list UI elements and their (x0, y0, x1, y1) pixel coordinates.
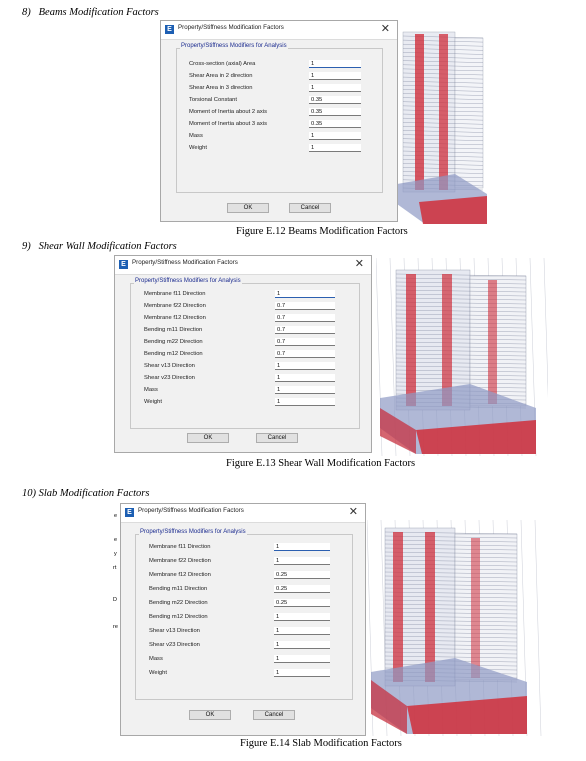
modifier-value-input[interactable]: 0.25 (274, 571, 330, 579)
close-icon[interactable]: ✕ (349, 505, 358, 518)
modifier-value-input[interactable]: 0.25 (274, 599, 330, 607)
modifier-value-input[interactable]: 1 (309, 72, 361, 80)
close-icon[interactable]: ✕ (355, 257, 364, 270)
section-heading-slab: 10) Slab Modification Factors (22, 488, 150, 499)
ok-button[interactable]: OK (189, 710, 231, 720)
modifier-label: Shear Area in 3 direction (189, 85, 253, 91)
modifier-value-input[interactable]: 1 (309, 60, 361, 68)
modifier-label: Bending m11 Direction (149, 586, 208, 592)
modifier-value-input[interactable]: 0.7 (275, 302, 335, 310)
modifier-label: Membrane f22 Direction (149, 558, 211, 564)
modification-factors-dialog-shear-wall: E Property/Stiffness Modification Factor… (114, 255, 372, 453)
side-letter: rt (113, 565, 117, 571)
building-model-image-beams (395, 24, 495, 225)
modifier-label: Cross-section (axial) Area (189, 61, 256, 67)
modifier-label: Bending m22 Direction (149, 600, 208, 606)
group-title: Property/Stiffness Modifiers for Analysi… (139, 529, 247, 535)
figure-caption-beams: Figure E.12 Beams Modification Factors (236, 226, 408, 237)
modifier-value-input[interactable]: 0.7 (275, 350, 335, 358)
cancel-button[interactable]: Cancel (253, 710, 295, 720)
modifier-value-input[interactable]: 1 (275, 386, 335, 394)
modifier-value-input[interactable]: 0.25 (274, 585, 330, 593)
modifier-label: Moment of Inertia about 3 axis (189, 121, 267, 127)
figure-caption-slab: Figure E.14 Slab Modification Factors (240, 738, 402, 749)
modifier-value-input[interactable]: 0.7 (275, 338, 335, 346)
app-logo-icon: E (165, 25, 174, 34)
modification-factors-dialog-beams: E Property/Stiffness Modification Factor… (160, 20, 398, 222)
modifier-value-input[interactable]: 1 (274, 641, 330, 649)
ok-button[interactable]: OK (227, 203, 269, 213)
modifier-label: Mass (189, 133, 203, 139)
cancel-button[interactable]: Cancel (289, 203, 331, 213)
modifier-label: Mass (144, 387, 158, 393)
modifier-label: Membrane f11 Direction (149, 544, 211, 550)
side-letter: e (114, 513, 118, 519)
modifier-label: Shear v13 Direction (144, 363, 195, 369)
ok-button[interactable]: OK (187, 433, 229, 443)
app-logo-icon: E (119, 260, 128, 269)
modifier-label: Bending m12 Direction (149, 614, 208, 620)
modifier-label: Membrane f22 Direction (144, 303, 206, 309)
building-model-image-shear-wall (376, 258, 548, 456)
dialog-title: Property/Stiffness Modification Factors (138, 507, 244, 514)
modifier-label: Moment of Inertia about 2 axis (189, 109, 267, 115)
modifier-value-input[interactable]: 0.35 (309, 96, 361, 104)
side-letter: D (113, 597, 117, 603)
group-title: Property/Stiffness Modifiers for Analysi… (180, 43, 288, 49)
modification-factors-dialog-slab: E Property/Stiffness Modification Factor… (120, 503, 366, 736)
modifier-value-input[interactable]: 1 (309, 144, 361, 152)
side-letter: e (114, 537, 118, 543)
close-icon[interactable]: ✕ (381, 22, 390, 35)
section-heading-shear-wall: 9) Shear Wall Modification Factors (22, 241, 177, 252)
building-model-graphic (367, 520, 547, 736)
modifier-value-input[interactable]: 1 (309, 132, 361, 140)
modifier-value-input[interactable]: 0.7 (275, 326, 335, 334)
app-logo-icon: E (125, 508, 134, 517)
modifier-label: Membrane f12 Direction (144, 315, 206, 321)
cancel-button[interactable]: Cancel (256, 433, 298, 443)
modifier-value-input[interactable]: 0.35 (309, 120, 361, 128)
modifier-label: Mass (149, 656, 163, 662)
dialog-titlebar: E Property/Stiffness Modification Factor… (121, 504, 365, 523)
side-letter: y (114, 551, 117, 557)
side-letter: re (113, 624, 118, 630)
dialog-titlebar: E Property/Stiffness Modification Factor… (115, 256, 371, 275)
modifier-label: Membrane f12 Direction (149, 572, 211, 578)
modifier-label: Shear Area in 2 direction (189, 73, 253, 79)
building-model-graphic (376, 258, 548, 456)
dialog-titlebar: E Property/Stiffness Modification Factor… (161, 21, 397, 40)
group-title: Property/Stiffness Modifiers for Analysi… (134, 278, 242, 284)
modifier-label: Weight (189, 145, 207, 151)
modifier-value-input[interactable]: 1 (275, 290, 335, 298)
modifier-label: Shear v23 Direction (144, 375, 195, 381)
modifier-value-input[interactable]: 1 (274, 557, 330, 565)
modifier-value-input[interactable]: 0.35 (309, 108, 361, 116)
modifier-label: Bending m11 Direction (144, 327, 203, 333)
modifier-label: Torsional Constant (189, 97, 238, 103)
section-heading-beams: 8) Beams Modification Factors (22, 7, 159, 18)
modifier-value-input[interactable]: 1 (274, 669, 330, 677)
building-model-graphic (395, 24, 495, 225)
dialog-title: Property/Stiffness Modification Factors (178, 24, 284, 31)
modifier-label: Shear v23 Direction (149, 642, 200, 648)
modifier-label: Weight (144, 399, 162, 405)
modifier-value-input[interactable]: 1 (309, 84, 361, 92)
modifier-value-input[interactable]: 1 (274, 627, 330, 635)
modifier-value-input[interactable]: 1 (275, 362, 335, 370)
modifier-label: Membrane f11 Direction (144, 291, 206, 297)
modifier-label: Bending m12 Direction (144, 351, 203, 357)
modifier-value-input[interactable]: 0.7 (275, 314, 335, 322)
modifier-value-input[interactable]: 1 (274, 543, 330, 551)
modifier-value-input[interactable]: 1 (275, 374, 335, 382)
modifier-value-input[interactable]: 1 (274, 655, 330, 663)
modifier-label: Weight (149, 670, 167, 676)
modifier-label: Bending m22 Direction (144, 339, 203, 345)
figure-caption-shear-wall: Figure E.13 Shear Wall Modification Fact… (226, 458, 416, 469)
modifier-label: Shear v13 Direction (149, 628, 200, 634)
modifier-value-input[interactable]: 1 (274, 613, 330, 621)
dialog-title: Property/Stiffness Modification Factors (132, 259, 238, 266)
building-model-image-slab (367, 520, 547, 736)
modifier-value-input[interactable]: 1 (275, 398, 335, 406)
